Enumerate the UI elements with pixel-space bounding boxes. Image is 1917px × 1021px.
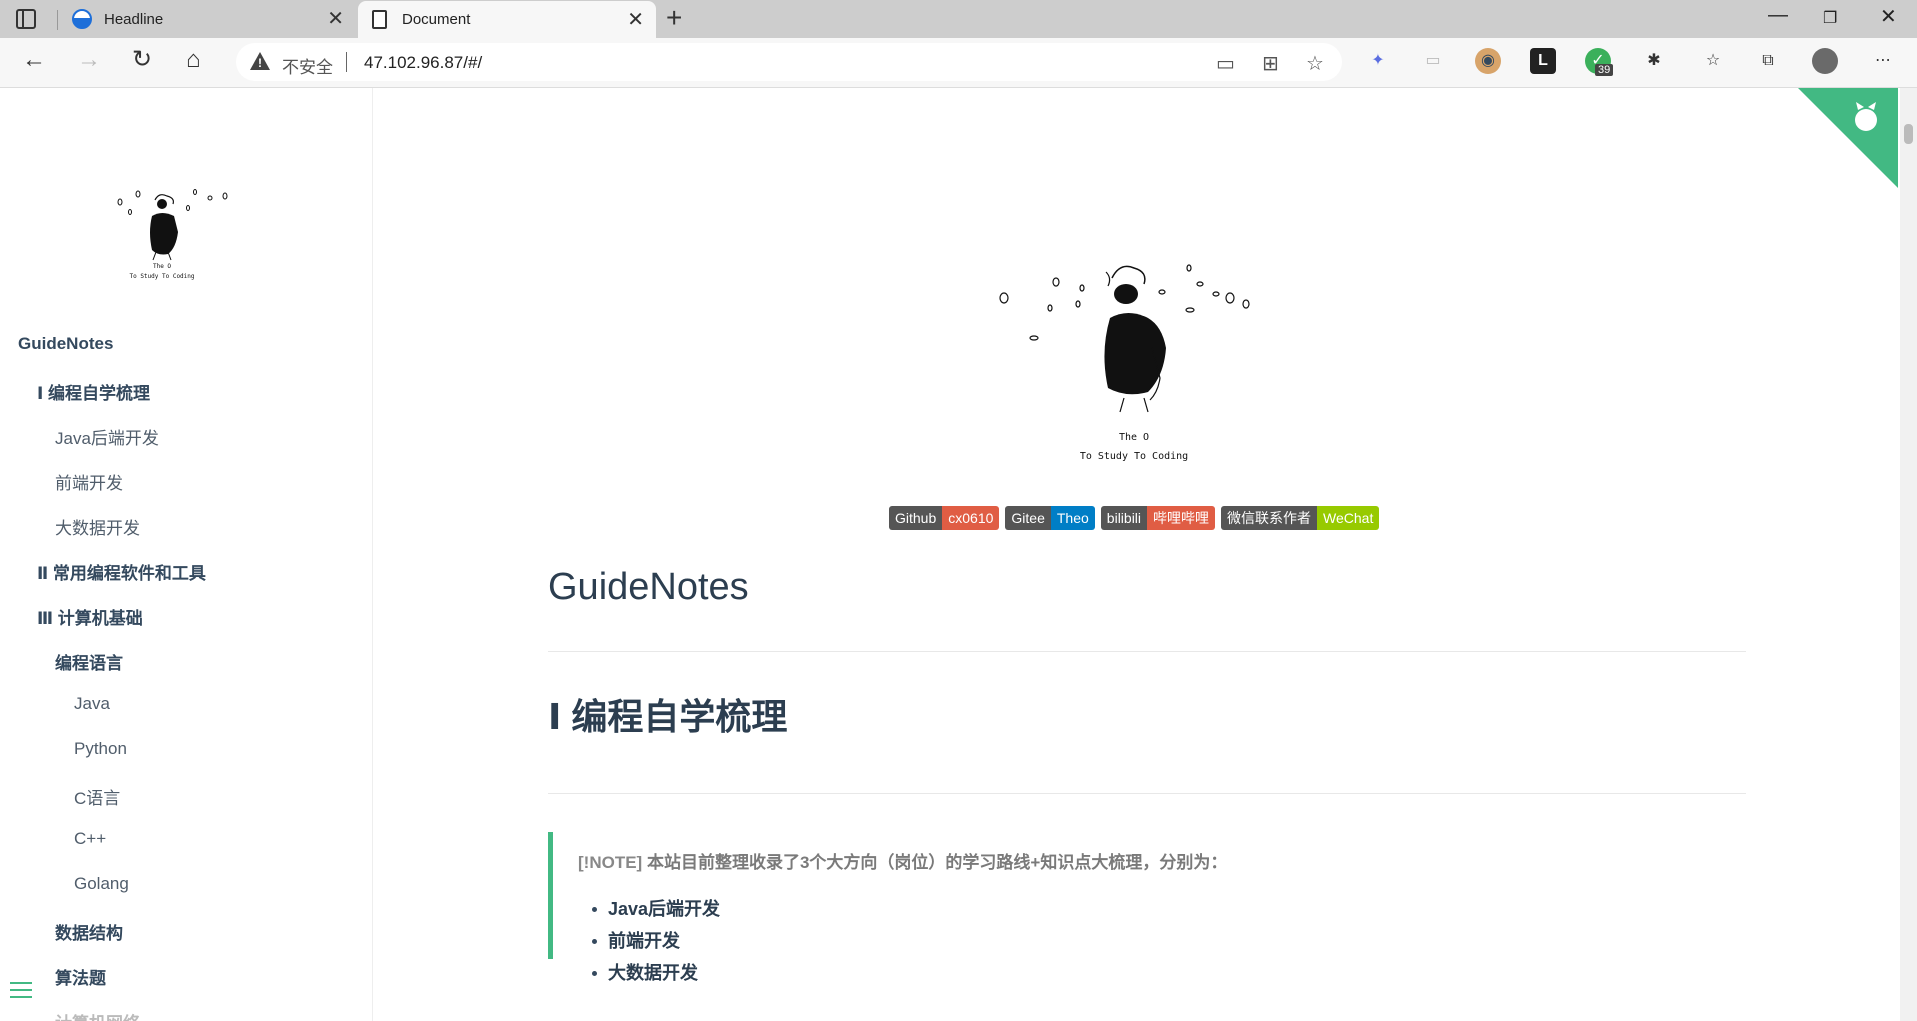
- tab-headline[interactable]: Headline ✕: [60, 0, 356, 38]
- address-bar[interactable]: 不安全 47.102.96.87/#/ ▭ ⊞ ☆: [236, 43, 1342, 81]
- sidebar-item-c[interactable]: C语言: [74, 784, 120, 809]
- sidebar-item-bigdata[interactable]: 大数据开发: [55, 514, 140, 539]
- note-list: Java后端开发 前端开发 大数据开发: [591, 896, 720, 992]
- github-badge[interactable]: Github cx0610: [889, 506, 1000, 530]
- site-logo[interactable]: The O To Study To Coding: [100, 172, 260, 292]
- badge-label: Gitee: [1005, 506, 1051, 530]
- badge-label: 微信联系作者: [1221, 506, 1318, 530]
- sidebar-item-networking[interactable]: 计算机网络: [55, 1009, 140, 1021]
- badge-row: Github cx0610 Gitee Theo bilibili 哔哩哔哩 微…: [889, 506, 1380, 530]
- refresh-icon[interactable]: ↻: [132, 48, 152, 72]
- page-scrollbar[interactable]: [1900, 88, 1917, 1021]
- profile-avatar[interactable]: [1812, 48, 1838, 74]
- minimize-button[interactable]: —: [1768, 4, 1788, 27]
- page-favicon-icon: [372, 10, 387, 29]
- tab-document[interactable]: Document ✕: [358, 1, 656, 38]
- sidebar-item-cs-basics[interactable]: Ⅲ 计算机基础: [37, 604, 143, 629]
- window-close-button[interactable]: ✕: [1880, 4, 1897, 29]
- restore-button[interactable]: ❐: [1823, 8, 1837, 28]
- extension-avatar-icon[interactable]: ◉: [1475, 48, 1501, 74]
- scrollbar-thumb[interactable]: [1904, 124, 1913, 144]
- forward-icon[interactable]: →: [77, 48, 101, 72]
- hero-caption: The O: [1119, 432, 1149, 443]
- sidebar-item-frontend[interactable]: 前端开发: [55, 469, 123, 494]
- github-corner-icon[interactable]: [1798, 88, 1898, 188]
- page-title: GuideNotes: [548, 566, 749, 608]
- sidebar: The O To Study To Coding GuideNotes Ⅰ 编程…: [0, 88, 373, 1021]
- sidebar-item-java-backend[interactable]: Java后端开发: [55, 424, 159, 449]
- back-icon[interactable]: ←: [22, 48, 46, 72]
- tab-title: Document: [402, 11, 471, 28]
- badge-value: Theo: [1050, 506, 1095, 530]
- badge-label: Github: [889, 506, 943, 530]
- extensions-icon[interactable]: ✱: [1641, 48, 1667, 74]
- site-favicon-icon: [72, 9, 92, 29]
- list-item: Java后端开发: [591, 896, 720, 928]
- extension-l-icon[interactable]: L: [1530, 48, 1556, 74]
- sidebar-item-cpp[interactable]: C++: [74, 829, 106, 849]
- badge-label: bilibili: [1100, 506, 1148, 530]
- divider: [548, 793, 1746, 794]
- list-item: 前端开发: [591, 928, 720, 960]
- security-label[interactable]: 不安全: [282, 53, 333, 78]
- tab-actions-icon[interactable]: [16, 9, 36, 29]
- hero-caption: To Study To Coding: [1080, 451, 1188, 462]
- logo-caption: The O: [153, 263, 171, 270]
- note-paragraph: [!NOTE] 本站目前整理收录了3个大方向（岗位）的学习路线+知识点大梳理，分…: [578, 848, 1227, 873]
- address-divider: [346, 52, 347, 72]
- close-icon[interactable]: ✕: [627, 10, 644, 30]
- note-tag: [!NOTE]: [578, 853, 643, 872]
- sidebar-item-data-structures[interactable]: 数据结构: [55, 919, 123, 944]
- list-item: 大数据开发: [591, 960, 720, 992]
- tab-title: Headline: [104, 10, 164, 28]
- sidebar-item-golang[interactable]: Golang: [74, 874, 129, 894]
- sidebar-item-tools[interactable]: Ⅱ 常用编程软件和工具: [37, 559, 206, 584]
- new-tab-button[interactable]: +: [666, 4, 682, 32]
- bilibili-badge[interactable]: bilibili 哔哩哔哩: [1100, 506, 1216, 530]
- warning-icon[interactable]: [250, 52, 270, 70]
- home-icon[interactable]: ⌂: [186, 48, 201, 72]
- tab-bar: Headline ✕ Document ✕ + — ❐ ✕: [0, 0, 1917, 38]
- badge-value: WeChat: [1317, 506, 1380, 530]
- badge-value: 哔哩哔哩: [1147, 506, 1216, 530]
- sidebar-toggle-icon[interactable]: [10, 982, 32, 1000]
- favorites-icon[interactable]: ☆: [1700, 48, 1726, 74]
- sidebar-item-guidenotes[interactable]: GuideNotes: [18, 334, 113, 354]
- apps-icon[interactable]: ⊞: [1262, 51, 1279, 76]
- badge-value: cx0610: [942, 506, 1000, 530]
- wechat-badge[interactable]: 微信联系作者 WeChat: [1221, 506, 1380, 530]
- more-menu-icon[interactable]: ⋯: [1870, 48, 1896, 74]
- hero-logo: The O To Study To Coding: [999, 264, 1250, 462]
- collections-icon[interactable]: ⧉: [1755, 48, 1781, 74]
- sidebar-item-algorithms[interactable]: 算法题: [55, 964, 106, 989]
- extension-screen-icon[interactable]: ▭: [1420, 48, 1446, 74]
- close-icon[interactable]: ✕: [327, 9, 344, 29]
- device-icon[interactable]: ▭: [1216, 51, 1235, 76]
- note-callout: [!NOTE] 本站目前整理收录了3个大方向（岗位）的学习路线+知识点大梳理，分…: [548, 832, 1746, 983]
- extension-bird-icon[interactable]: ✦: [1365, 48, 1391, 74]
- divider: [548, 651, 1746, 652]
- url-text[interactable]: 47.102.96.87/#/: [364, 53, 482, 73]
- logo-caption: To Study To Coding: [129, 273, 194, 280]
- gitee-badge[interactable]: Gitee Theo: [1005, 506, 1095, 530]
- sidebar-item-self-study[interactable]: Ⅰ 编程自学梳理: [37, 379, 150, 404]
- note-text: 本站目前整理收录了3个大方向（岗位）的学习路线+知识点大梳理，分别为：: [646, 853, 1228, 872]
- browser-toolbar: ← → ↻ ⌂ 不安全 47.102.96.87/#/ ▭ ⊞ ☆ ✦ ▭ ◉ …: [0, 38, 1917, 88]
- main-content: The O To Study To Coding Github cx0610 G…: [374, 88, 1898, 1021]
- add-favorite-icon[interactable]: ☆: [1306, 51, 1324, 76]
- sidebar-item-languages[interactable]: 编程语言: [55, 649, 123, 674]
- tab-separator: [57, 10, 58, 30]
- section-title: Ⅰ 编程自学梳理: [548, 696, 788, 737]
- extension-count-badge: 39: [1595, 64, 1614, 76]
- sidebar-item-java[interactable]: Java: [74, 694, 110, 714]
- sidebar-item-python[interactable]: Python: [74, 739, 127, 759]
